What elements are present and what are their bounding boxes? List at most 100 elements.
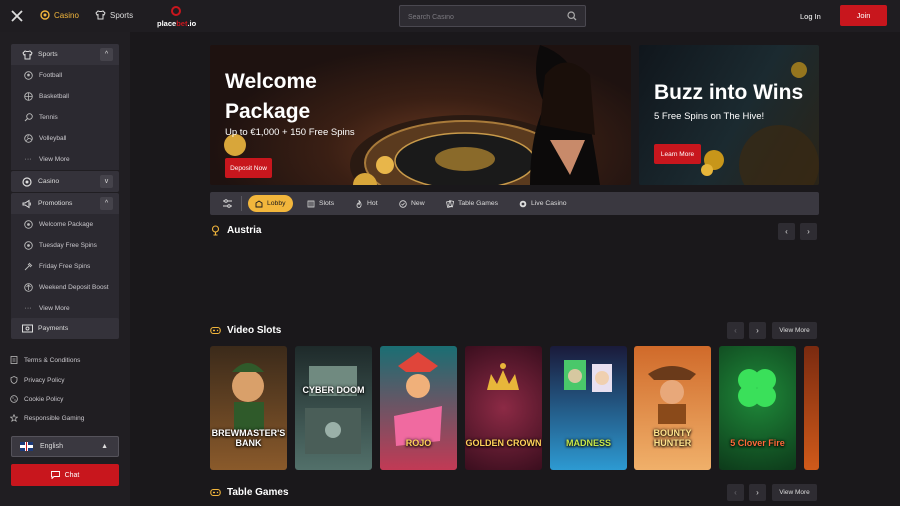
hive-banner[interactable]: Buzz into Wins 5 Free Spins on The Hive!… xyxy=(639,45,819,185)
table-games-next-button[interactable]: › xyxy=(749,484,766,501)
sidebar-item-promotions-view-more[interactable]: ··· View More xyxy=(11,298,119,319)
sidebar-item-basketball[interactable]: Basketball xyxy=(11,86,119,107)
join-button[interactable]: Join xyxy=(840,5,887,26)
logo-text-part3: .io xyxy=(187,19,197,28)
sidebar-item-football[interactable]: Football xyxy=(11,65,119,86)
cookie-link[interactable]: Cookie Policy xyxy=(10,395,63,403)
austria-section-title: Austria xyxy=(210,225,261,236)
divider xyxy=(241,196,242,211)
tab-lobby[interactable]: Lobby xyxy=(248,195,293,212)
game-artwork xyxy=(232,363,264,430)
nav-casino[interactable]: Casino xyxy=(40,10,79,20)
nav-sports-label: Sports xyxy=(110,10,134,20)
chevron-down-icon[interactable]: v xyxy=(100,175,113,188)
filter-icon[interactable] xyxy=(222,198,233,209)
table-games-view-more-button[interactable]: View More xyxy=(772,484,817,501)
main-content: Welcome Package Up to €1,000 + 150 Free … xyxy=(130,32,900,506)
sidebar-item-label: Payments xyxy=(38,325,69,332)
terms-link[interactable]: Terms & Conditions xyxy=(10,356,80,364)
game-card[interactable]: 5 Clover Fire xyxy=(719,346,796,470)
sidebar-item-weekend-deposit-boost[interactable]: Weekend Deposit Boost xyxy=(11,277,119,298)
football-icon xyxy=(22,70,34,82)
language-select[interactable]: English ▲ xyxy=(11,436,119,457)
sports-shirt-icon xyxy=(95,10,106,20)
logo[interactable]: placebet.io xyxy=(157,6,199,28)
search-box xyxy=(399,5,586,28)
logo-text: placebet.io xyxy=(157,19,196,28)
sports-group: Sports ^ Football Basketball Tennis Voll… xyxy=(11,44,119,170)
sidebar-item-volleyball[interactable]: Volleyball xyxy=(11,128,119,149)
austria-prev-button[interactable]: ‹ xyxy=(778,223,795,240)
game-card[interactable]: BREWMASTER'S BANK xyxy=(210,346,287,470)
cookie-icon xyxy=(10,395,18,403)
game-artwork xyxy=(394,352,442,446)
sidebar-item-friday-free-spins[interactable]: Friday Free Spins xyxy=(11,256,119,277)
chevron-up-icon[interactable]: ^ xyxy=(100,197,113,210)
sidebar-item-label: Casino xyxy=(38,178,60,185)
chat-bubble-icon xyxy=(50,471,60,479)
sidebar-item-label: Football xyxy=(39,72,63,79)
tab-live-casino[interactable]: Live Casino xyxy=(512,195,574,212)
sidebar-item-sports-view-more[interactable]: ··· View More xyxy=(11,149,119,170)
search-input[interactable] xyxy=(400,7,550,28)
game-card[interactable]: ROJO xyxy=(380,346,457,470)
top-bar: Casino Sports placebet.io Log In Join xyxy=(0,0,900,32)
boost-icon xyxy=(22,282,34,294)
nav-casino-label: Casino xyxy=(54,10,79,20)
privacy-link[interactable]: Privacy Policy xyxy=(10,376,64,384)
game-card[interactable]: GOLDEN CROWN xyxy=(465,346,542,470)
austria-next-button[interactable]: › xyxy=(800,223,817,240)
sidebar-item-casino[interactable]: Casino v xyxy=(11,171,119,192)
nav-sports[interactable]: Sports xyxy=(95,10,133,20)
video-slots-view-more-button[interactable]: View More xyxy=(772,322,817,339)
game-card[interactable]: CYBER DOOM xyxy=(295,346,372,470)
cookie-label: Cookie Policy xyxy=(24,395,64,403)
video-slots-next-button[interactable]: › xyxy=(749,322,766,339)
login-link[interactable]: Log In xyxy=(800,12,821,21)
section-title-text: Video Slots xyxy=(227,325,282,336)
sidebar-item-label: View More xyxy=(39,305,70,312)
sidebar-item-tennis[interactable]: Tennis xyxy=(11,107,119,128)
welcome-package-banner[interactable]: Welcome Package Up to €1,000 + 150 Free … xyxy=(210,45,631,185)
cards-icon xyxy=(446,199,454,208)
tennis-icon xyxy=(22,112,34,124)
tab-slots[interactable]: Slots xyxy=(300,195,341,212)
logo-mark xyxy=(171,6,181,16)
game-artwork xyxy=(564,360,612,392)
sidebar-item-tuesday-free-spins[interactable]: Tuesday Free Spins xyxy=(11,235,119,256)
game-artwork xyxy=(648,366,696,424)
chevron-up-icon[interactable]: ^ xyxy=(100,48,113,61)
sports-shirt-icon xyxy=(21,49,33,61)
close-icon[interactable] xyxy=(10,9,24,23)
video-slots-carousel: BREWMASTER'S BANK CYBER DOOM ROJO GOLDEN… xyxy=(210,346,819,470)
live-icon xyxy=(519,200,527,207)
game-card[interactable]: BOUNTY HUNTER xyxy=(634,346,711,470)
privacy-label: Privacy Policy xyxy=(24,376,65,384)
game-card[interactable]: MADNESS xyxy=(550,346,627,470)
game-title: ROJO xyxy=(405,438,432,448)
sidebar-item-payments[interactable]: Payments xyxy=(11,318,119,339)
responsible-gaming-link[interactable]: Responsible Gaming xyxy=(10,414,84,422)
responsible-gaming-label: Responsible Gaming xyxy=(24,414,85,422)
deposit-now-button[interactable]: Deposit Now xyxy=(225,158,272,178)
sidebar-item-sports[interactable]: Sports ^ xyxy=(11,44,119,65)
search-icon[interactable] xyxy=(567,11,577,21)
sidebar-item-promotions[interactable]: Promotions ^ xyxy=(11,193,119,214)
tab-label: New xyxy=(411,200,425,207)
tab-hot[interactable]: Hot xyxy=(348,195,385,212)
video-slots-prev-button[interactable]: ‹ xyxy=(727,322,744,339)
sidebar-item-label: Tennis xyxy=(39,114,58,121)
sidebar-item-label: Weekend Deposit Boost xyxy=(39,284,109,291)
tab-label: Table Games xyxy=(458,200,499,207)
sidebar-item-label: Tuesday Free Spins xyxy=(39,242,97,249)
banner-subtitle: 5 Free Spins on The Hive! xyxy=(654,111,765,122)
section-title-text: Austria xyxy=(227,225,262,236)
tab-table-games[interactable]: Table Games xyxy=(439,195,505,212)
game-card[interactable] xyxy=(804,346,819,470)
tab-new[interactable]: New xyxy=(392,195,432,212)
chat-button[interactable]: Chat xyxy=(11,464,119,486)
game-artwork xyxy=(738,369,776,407)
learn-more-button[interactable]: Learn More xyxy=(654,144,701,164)
table-games-prev-button[interactable]: ‹ xyxy=(727,484,744,501)
sidebar-item-welcome-package[interactable]: Welcome Package xyxy=(11,214,119,235)
